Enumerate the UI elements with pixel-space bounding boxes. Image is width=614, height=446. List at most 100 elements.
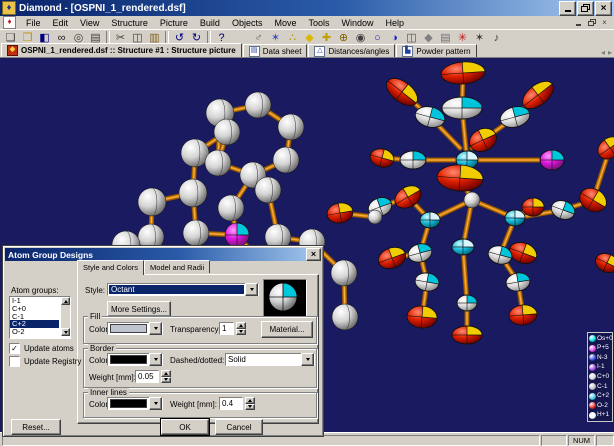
legend-item-hp1[interactable]: H+1 [589, 411, 611, 419]
menu-structure[interactable]: Structure [105, 17, 154, 29]
legend-item-cp2[interactable]: C+2 [589, 392, 611, 400]
menu-move[interactable]: Move [268, 17, 302, 29]
atom-group-designs-dialog: Atom Group Designs × Style and ColorsMod… [2, 245, 324, 437]
atom-groups-label: Atom groups: [11, 286, 59, 295]
restore-button[interactable] [577, 1, 594, 16]
tab-powder-pattern[interactable]: ▙Powder pattern [396, 44, 476, 57]
menu-picture[interactable]: Picture [154, 17, 194, 29]
material-button[interactable]: Material... [261, 321, 313, 338]
transparency-input[interactable]: 1 [219, 322, 234, 335]
scroll-down-icon[interactable] [61, 328, 70, 336]
atom-color-icon [589, 373, 596, 380]
border-group-label: Border [88, 344, 116, 353]
border-weight-input[interactable]: 0.05 [135, 370, 159, 383]
inner-weight-stepper[interactable] [245, 397, 255, 410]
atom-color-icon [589, 364, 596, 371]
legend-item-cp0[interactable]: C+0 [589, 373, 611, 381]
border-weight-stepper[interactable] [161, 370, 171, 383]
notes-icon[interactable]: ♪ [488, 31, 505, 45]
style-value: Octant [109, 285, 244, 294]
dashed-dotted-value: Solid [226, 355, 301, 364]
atom-color-icon [589, 354, 596, 361]
scroll-track[interactable] [61, 305, 70, 328]
transparency-stepper[interactable] [236, 322, 246, 335]
chevron-down-icon[interactable] [149, 322, 162, 335]
tab-scroll-right-icon[interactable]: ▸ [608, 48, 612, 57]
data-sheet-icon: ▤ [249, 46, 260, 57]
menu-bar: ♦ FileEditViewStructurePictureBuildObjec… [0, 16, 614, 29]
scroll-up-icon[interactable] [61, 297, 70, 305]
window-title: Diamond - [OSPNI_1_rendered.dsf] [19, 3, 186, 14]
inner-lines-group-label: Inner lines [88, 388, 129, 397]
border-color-swatch [110, 355, 147, 364]
cancel-button[interactable]: Cancel [215, 419, 263, 435]
menu-view[interactable]: View [74, 17, 105, 29]
border-color-combobox[interactable] [107, 353, 163, 366]
more-settings-button[interactable]: More Settings... [107, 301, 171, 317]
atom-color-icon [589, 402, 596, 409]
checkbox-update-registry[interactable]: Update Registry [9, 355, 81, 368]
dialog-close-button[interactable]: × [306, 248, 321, 261]
inner-weight-input[interactable]: 0.4 [219, 397, 243, 410]
legend-item-o-2[interactable]: O-2 [589, 402, 611, 410]
mdi-close-button[interactable]: × [599, 18, 610, 28]
inner-color-combobox[interactable] [107, 397, 163, 410]
menu-window[interactable]: Window [335, 17, 379, 29]
mdi-minimize-button[interactable] [573, 18, 584, 28]
checkbox-update-atoms[interactable]: ✓Update atoms [9, 342, 81, 355]
chevron-down-icon[interactable] [149, 397, 162, 410]
listbox-scrollbar[interactable] [61, 297, 70, 336]
atom-color-icon [589, 393, 596, 400]
atom-group-o-2[interactable]: O-2 [10, 328, 59, 336]
chevron-down-icon[interactable] [301, 353, 314, 366]
menu-file[interactable]: File [20, 17, 47, 29]
tab-scroll-left-icon[interactable]: ◂ [601, 48, 605, 57]
diamond-app-window: { "window": {"title": "Diamond - [OSPNI_… [0, 0, 614, 444]
distances-angles-icon: △ [314, 46, 325, 57]
status-pane-scrl [596, 435, 614, 446]
style-combobox[interactable]: Octant [107, 283, 259, 296]
close-button[interactable]: × [595, 1, 612, 16]
element-legend[interactable]: Os+0P+5 N-3I-1 C+0 C-1C+2 O-2H+1 [587, 332, 613, 422]
chevron-down-icon[interactable] [149, 353, 162, 366]
dialog-tab-model-and-radii[interactable]: Model and Radii [144, 260, 210, 273]
atom-groups-listbox[interactable]: I-1C+0C-1C+2O-2 [9, 296, 71, 339]
fill-color-combobox[interactable] [107, 322, 163, 335]
atom-color-icon [589, 412, 596, 419]
dialog-title: Atom Group Designs [8, 250, 93, 260]
minimize-button[interactable] [559, 1, 576, 16]
ok-button[interactable]: OK [161, 419, 209, 435]
atom-color-icon [589, 335, 596, 342]
legend-item-i-1[interactable]: I-1 [589, 363, 611, 371]
transparency-label: Transparency: [170, 325, 221, 334]
legend-item-n-3[interactable]: N-3 [589, 354, 611, 362]
legend-item-c-1[interactable]: C-1 [589, 383, 611, 391]
document-tab-bar: ◆OSPNI_1_rendered.dsf :: Structure #1 : … [0, 45, 614, 58]
atom-color-icon [589, 345, 596, 352]
menu-build[interactable]: Build [194, 17, 226, 29]
reset-button[interactable]: Reset... [11, 419, 61, 435]
fill-group-label: Fill [88, 312, 102, 321]
mdi-restore-button[interactable] [586, 18, 597, 28]
legend-item-osp0[interactable]: Os+0 [589, 335, 611, 343]
document-icon: ♦ [3, 16, 16, 29]
inner-weight-label: Weight [mm]: [170, 400, 217, 409]
legend-item-pp5[interactable]: P+5 [589, 344, 611, 352]
border-weight-label: Weight [mm]: [89, 373, 136, 382]
dashed-dotted-combobox[interactable]: Solid [225, 353, 315, 366]
menu-objects[interactable]: Objects [226, 17, 269, 29]
title-bar[interactable]: ♦ Diamond - [OSPNI_1_rendered.dsf] × [0, 0, 614, 16]
menu-edit[interactable]: Edit [47, 17, 75, 29]
dialog-tab-style-and-colors[interactable]: Style and Colors [77, 260, 144, 275]
tab-structure-picture[interactable]: ◆OSPNI_1_rendered.dsf :: Structure #1 : … [1, 43, 242, 57]
menu-help[interactable]: Help [380, 17, 411, 29]
inner-color-swatch [110, 399, 147, 408]
tab-data-sheet[interactable]: ▤Data sheet [243, 44, 308, 57]
style-label: Style: [85, 286, 105, 295]
chevron-down-icon[interactable] [245, 283, 258, 296]
octant-preview-image [263, 279, 307, 317]
menu-tools[interactable]: Tools [302, 17, 335, 29]
tab-distances-angles[interactable]: △Distances/angles [308, 44, 395, 57]
structure-doc-icon: ◆ [7, 45, 18, 56]
status-pane-num: NUM [568, 435, 595, 446]
